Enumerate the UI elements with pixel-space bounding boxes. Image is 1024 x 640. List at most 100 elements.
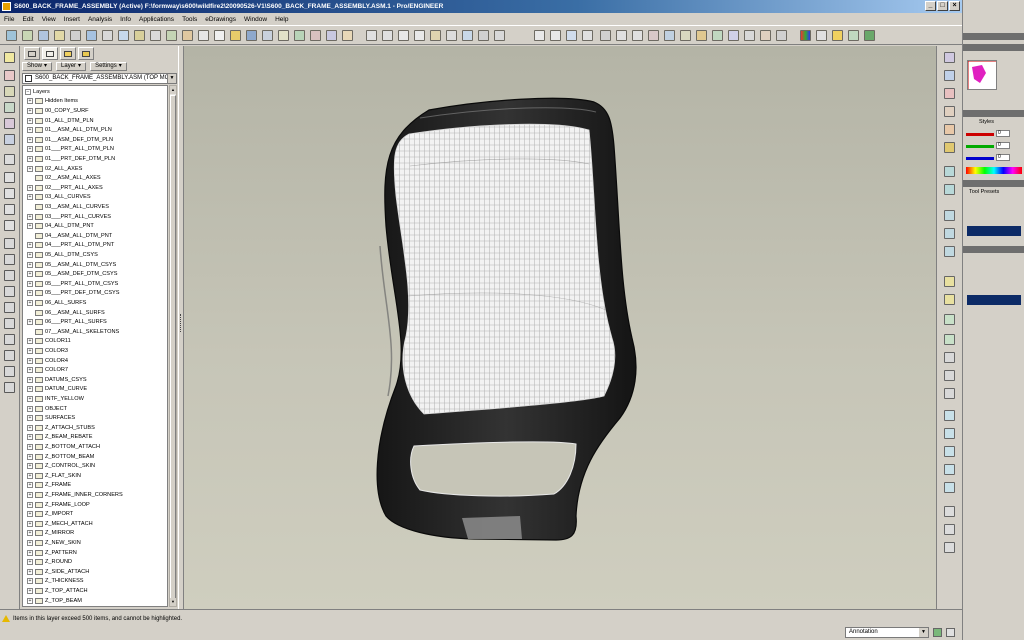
expand-toggle-icon[interactable]: + <box>27 501 33 508</box>
layer-tree-item[interactable]: + Z_MIRROR <box>27 529 74 539</box>
layer-tree-item[interactable]: + Z_ATTACH_STUBS <box>27 423 95 433</box>
expand-toggle-icon[interactable]: + <box>27 136 33 143</box>
save-icon[interactable] <box>246 30 257 41</box>
expand-toggle-icon[interactable]: + <box>27 146 33 153</box>
menu-view[interactable]: View <box>42 16 56 23</box>
layer-tree-item[interactable]: +03___PRT_ALL_CURVES <box>27 212 111 222</box>
mirror-icon[interactable] <box>4 350 15 361</box>
round-icon[interactable] <box>4 302 15 313</box>
expand-toggle-icon[interactable]: + <box>27 453 33 460</box>
datum-curve-icon[interactable] <box>944 88 955 99</box>
layer-tree-item[interactable]: +06_ALL_SURFS <box>27 298 86 308</box>
layer-tree-item[interactable]: +05_ALL_DTM_CSYS <box>27 250 98 260</box>
tab-layer-tree[interactable] <box>42 47 58 60</box>
layer-tree-item[interactable]: + Z_CONTROL_SKIN <box>27 461 95 471</box>
menu-info[interactable]: Info <box>120 16 131 23</box>
component-place-icon[interactable] <box>944 410 955 421</box>
dropdown-arrow-icon[interactable]: ▼ <box>919 628 928 637</box>
model-tree-toggle-icon[interactable] <box>54 30 65 41</box>
thicken-icon[interactable] <box>944 246 955 257</box>
help-icon[interactable] <box>946 628 955 637</box>
expand-toggle-icon[interactable]: + <box>27 347 33 354</box>
explode-icon[interactable] <box>776 30 787 41</box>
zoom-in-icon[interactable] <box>118 30 129 41</box>
layer-tree-item[interactable]: + DATUMS_CSYS <box>27 375 87 385</box>
layer-tree-item[interactable]: + Z_SIDE_ATTACH <box>27 567 89 577</box>
new-file-icon[interactable] <box>214 30 225 41</box>
tab-model-tree[interactable] <box>24 47 40 60</box>
selection-filter-select[interactable]: Annotation ▼ <box>845 627 929 638</box>
coordinate-systems-icon[interactable] <box>182 30 193 41</box>
expand-toggle-icon[interactable]: + <box>27 290 33 297</box>
spin-center-icon[interactable] <box>310 30 321 41</box>
expand-toggle-icon[interactable]: + <box>27 127 33 134</box>
expand-toggle-icon[interactable]: + <box>27 424 33 431</box>
wireframe-icon[interactable] <box>648 30 659 41</box>
tool-presets-tab[interactable]: Tool Presets <box>969 189 999 195</box>
datum-points-icon[interactable] <box>166 30 177 41</box>
expand-toggle-icon[interactable]: + <box>27 568 33 575</box>
revolve-icon[interactable] <box>4 188 15 199</box>
select-box-icon[interactable] <box>478 30 489 41</box>
collapse-toggle-icon[interactable]: − <box>25 88 31 95</box>
expand-toggle-icon[interactable]: + <box>27 299 33 306</box>
layer-tree-item[interactable]: +03_ALL_CURVES <box>27 193 91 203</box>
expand-toggle-icon[interactable]: + <box>27 395 33 402</box>
layer-tree-item[interactable]: 04__ASM_ALL_DTM_PNT <box>27 231 112 241</box>
expand-toggle-icon[interactable]: + <box>27 223 33 230</box>
component-mirror-icon[interactable] <box>944 482 955 493</box>
expand-toggle-icon[interactable]: + <box>27 491 33 498</box>
show-button[interactable]: Show ▾ <box>22 62 53 71</box>
layer-tree-item[interactable]: +05___PRT_ALL_DTM_CSYS <box>27 279 118 289</box>
datum-axis-feature-icon[interactable] <box>944 70 955 81</box>
expand-toggle-icon[interactable]: + <box>27 539 33 546</box>
style-feature-icon[interactable] <box>944 142 955 153</box>
trim-feature-icon[interactable] <box>944 352 955 363</box>
layer-tree-item[interactable]: + Z_PATTERN <box>27 548 77 558</box>
solidify-icon[interactable] <box>944 276 955 287</box>
sketch-icon[interactable] <box>4 70 15 81</box>
expand-toggle-icon[interactable]: + <box>27 261 33 268</box>
green-value[interactable]: 0 <box>996 142 1010 149</box>
copy-icon[interactable] <box>414 30 425 41</box>
email-icon[interactable] <box>278 30 289 41</box>
offset-icon[interactable] <box>944 228 955 239</box>
extrude-icon[interactable] <box>4 172 15 183</box>
find-icon[interactable] <box>462 30 473 41</box>
zoom-fit-icon[interactable] <box>342 30 353 41</box>
expand-toggle-icon[interactable]: + <box>27 194 33 201</box>
open-file-icon[interactable] <box>230 30 241 41</box>
layer-swatch-1[interactable] <box>967 226 1021 236</box>
component-pattern-icon[interactable] <box>944 464 955 475</box>
rib-icon[interactable] <box>4 270 15 281</box>
surface-boundary-icon[interactable] <box>944 184 955 195</box>
layer-tree-item[interactable]: 03__ASM_ALL_CURVES <box>27 202 109 212</box>
layer-tree-item[interactable]: + COLOR3 <box>27 346 68 356</box>
expand-toggle-icon[interactable]: + <box>27 463 33 470</box>
layer-tree-item[interactable]: + Z_NEW_SKIN <box>27 538 81 548</box>
component-repeat-icon[interactable] <box>944 446 955 457</box>
expand-toggle-icon[interactable]: + <box>27 213 33 220</box>
active-model-select[interactable]: S600_BACK_FRAME_ASSEMBLY.ASM (TOP MC ▼ <box>22 73 177 84</box>
sketched-curve-icon[interactable] <box>944 124 955 135</box>
menu-help[interactable]: Help <box>275 16 288 23</box>
window-activate-icon[interactable] <box>582 30 593 41</box>
expand-toggle-icon[interactable]: + <box>27 443 33 450</box>
shading-icon[interactable] <box>600 30 611 41</box>
layer-swatch-2[interactable] <box>967 295 1021 305</box>
menu-window[interactable]: Window <box>244 16 267 23</box>
layer-tree-item[interactable]: + INTF_YELLOW <box>27 394 84 404</box>
tab-folder-browser[interactable] <box>60 47 76 60</box>
layer-tree-item[interactable]: +05__ASM_ALL_DTM_CSYS <box>27 260 116 270</box>
red-value[interactable]: 0 <box>996 130 1010 137</box>
menu-edrawings[interactable]: eDrawings <box>205 16 236 23</box>
expand-toggle-icon[interactable]: + <box>27 559 33 566</box>
chamfer-icon[interactable] <box>4 318 15 329</box>
scroll-up-icon[interactable]: ▲ <box>170 86 176 94</box>
layer-tree-item[interactable]: +05__ASM_DEF_DTM_CSYS <box>27 269 117 279</box>
expand-toggle-icon[interactable]: + <box>27 338 33 345</box>
regenerate-icon[interactable] <box>38 30 49 41</box>
layer-tree-item[interactable]: +00_COPY_SURF <box>27 106 89 116</box>
hole-icon[interactable] <box>4 238 15 249</box>
blue-slider[interactable] <box>966 157 994 160</box>
